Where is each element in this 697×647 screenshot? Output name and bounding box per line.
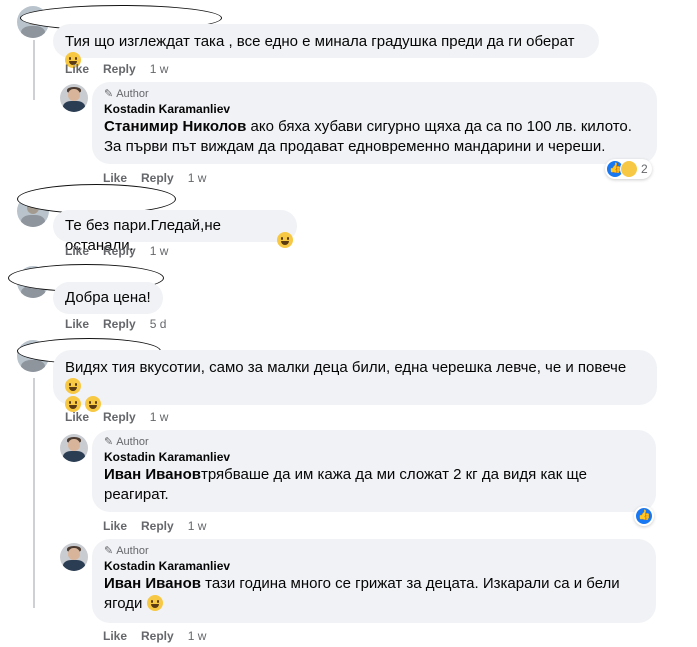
author-name[interactable]: Kostadin Karamanliev bbox=[104, 558, 644, 574]
mention-link[interactable]: Иван Иванов bbox=[104, 575, 201, 592]
author-badge: ✎ Author bbox=[104, 87, 149, 100]
comment-bubble: Добра цена! bbox=[53, 282, 163, 314]
timestamp[interactable]: 5 d bbox=[150, 316, 167, 332]
timestamp[interactable]: 1 w bbox=[188, 518, 207, 534]
reply-button[interactable]: Reply bbox=[141, 170, 174, 186]
comment-actions: Like Reply 1 w bbox=[65, 61, 168, 77]
author-badge: ✎ Author bbox=[104, 435, 149, 448]
mention-link[interactable]: Иван Иванов bbox=[104, 466, 201, 483]
author-avatar[interactable] bbox=[60, 84, 88, 112]
timestamp[interactable]: 1 w bbox=[150, 61, 169, 77]
comment-text: Тия що изглеждат така , все едно е минал… bbox=[65, 33, 575, 50]
smile-emoji-icon bbox=[146, 595, 163, 611]
like-reaction-icon bbox=[635, 507, 653, 525]
like-button[interactable]: Like bbox=[65, 243, 89, 259]
like-button[interactable]: Like bbox=[103, 518, 127, 534]
reply-button[interactable]: Reply bbox=[141, 518, 174, 534]
mention-link[interactable]: Станимир Николов bbox=[104, 118, 246, 135]
comment-actions: Like Reply 1 w bbox=[65, 243, 168, 259]
reply-button[interactable]: Reply bbox=[103, 316, 136, 332]
pencil-icon: ✎ bbox=[104, 544, 114, 557]
comment-bubble: Видях тия вкусотии, само за малки деца б… bbox=[53, 350, 657, 412]
timestamp[interactable]: 1 w bbox=[188, 170, 207, 186]
timestamp[interactable]: 1 w bbox=[150, 409, 169, 425]
reply-button[interactable]: Reply bbox=[103, 409, 136, 425]
comment-actions: Like Reply 1 w bbox=[103, 628, 206, 644]
thread-line bbox=[33, 40, 35, 100]
comment-text: Добра цена! bbox=[65, 289, 151, 306]
grin-emoji-icon bbox=[65, 378, 81, 394]
author-name[interactable]: Kostadin Karamanliev bbox=[104, 101, 645, 117]
comment-actions: Like Reply 5 d bbox=[65, 316, 166, 332]
comment-bubble: Те без пари.Гледай,не останали. bbox=[53, 210, 297, 254]
reaction-summary[interactable] bbox=[634, 506, 654, 526]
reply-bubble: ✎ Author Kostadin Karamanliev Иван Иванов… bbox=[92, 539, 656, 623]
reaction-count: 2 bbox=[641, 162, 648, 176]
pencil-icon: ✎ bbox=[104, 435, 114, 448]
reply-button[interactable]: Reply bbox=[141, 628, 174, 644]
comment-actions: Like Reply 1 w bbox=[103, 518, 206, 534]
timestamp[interactable]: 1 w bbox=[188, 628, 207, 644]
reply-bubble: ✎ Author Kostadin Karamanliev Иван Иванов… bbox=[92, 430, 656, 512]
reply-bubble: ✎ Author Kostadin Karamanliev Станимир Ни… bbox=[92, 82, 657, 164]
author-name[interactable]: Kostadin Karamanliev bbox=[104, 449, 644, 465]
like-button[interactable]: Like bbox=[65, 61, 89, 77]
like-button[interactable]: Like bbox=[103, 628, 127, 644]
pencil-icon: ✎ bbox=[104, 87, 114, 100]
author-avatar[interactable] bbox=[60, 434, 88, 462]
thread-line bbox=[33, 378, 35, 608]
reply-button[interactable]: Reply bbox=[103, 243, 136, 259]
comment-bubble: Тия що изглеждат така , все едно е минал… bbox=[53, 24, 599, 68]
reaction-summary[interactable]: 2 bbox=[605, 159, 652, 179]
reply-button[interactable]: Reply bbox=[103, 61, 136, 77]
author-badge: ✎ Author bbox=[104, 544, 149, 557]
comment-actions: Like Reply 1 w bbox=[65, 409, 168, 425]
like-button[interactable]: Like bbox=[65, 409, 89, 425]
like-button[interactable]: Like bbox=[65, 316, 89, 332]
haha-reaction-icon bbox=[620, 160, 638, 178]
laughing-emoji-icon bbox=[277, 232, 293, 248]
comment-text: Видях тия вкусотии, само за малки деца б… bbox=[65, 359, 627, 376]
timestamp[interactable]: 1 w bbox=[150, 243, 169, 259]
author-avatar[interactable] bbox=[60, 543, 88, 571]
